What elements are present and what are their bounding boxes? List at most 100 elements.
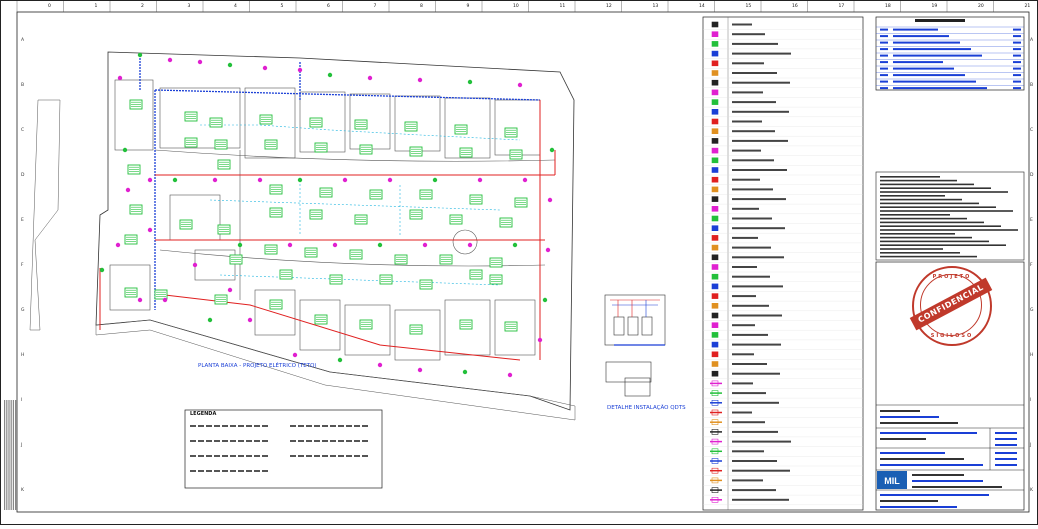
legend-text-mark [732, 450, 764, 453]
light-fixture [269, 207, 283, 218]
column-number: 15 [745, 4, 752, 9]
column-number: 6 [327, 4, 330, 9]
legend-text-mark [732, 81, 790, 84]
margin-note-mark [10, 400, 12, 510]
column-number: 19 [931, 4, 938, 9]
column-number: 20 [978, 4, 984, 9]
title-block-text-mark [912, 480, 983, 482]
legend-symbol [711, 312, 719, 319]
legend-text-mark [262, 455, 268, 457]
electrical-device [247, 317, 253, 323]
light-fixture [309, 209, 323, 220]
legend-text-mark [732, 178, 760, 181]
legend-text-mark [238, 425, 244, 427]
light-fixture [454, 124, 468, 135]
legend-text-mark [732, 469, 790, 472]
legend-symbol [711, 31, 719, 38]
title-block-field-mark [995, 432, 1017, 434]
electrical-device [342, 177, 348, 183]
legend-text-mark [362, 455, 368, 457]
electrical-device [137, 52, 143, 58]
legend-text-mark [206, 425, 212, 427]
electrical-device [99, 267, 105, 273]
revision-text-mark [893, 87, 987, 90]
light-fixture [217, 159, 231, 170]
legend-symbol [711, 89, 719, 96]
legend-text-mark [214, 470, 220, 472]
legend-text-mark [732, 333, 768, 336]
legend-text-mark [732, 149, 761, 152]
legend-text-mark [314, 440, 320, 442]
title-block-text-mark [880, 416, 939, 418]
legend-symbol [711, 60, 719, 67]
note-text-mark [880, 206, 996, 208]
legend-symbol [711, 244, 719, 251]
legend-text-mark [254, 425, 260, 427]
row-letter: C [1030, 128, 1034, 133]
legend-text-mark [732, 207, 759, 210]
revision-code-mark [880, 41, 888, 44]
light-fixture [504, 321, 518, 332]
legend-symbol [711, 206, 719, 212]
light-fixture [214, 294, 228, 305]
revision-text-mark [893, 74, 965, 77]
electrical-device [512, 242, 518, 248]
column-number: 8 [420, 4, 423, 9]
light-fixture [127, 164, 141, 175]
legend-text-mark [732, 72, 777, 74]
note-text-mark [880, 225, 1001, 227]
revision-code-mark [880, 35, 888, 38]
legend-text-mark [732, 285, 783, 288]
legend-text-mark [230, 455, 236, 457]
column-number: 21 [1024, 4, 1031, 9]
row-letter: D [21, 173, 25, 178]
light-fixture [469, 194, 483, 205]
legend-text-mark [230, 470, 236, 472]
light-fixture [349, 249, 363, 260]
legend-symbol [711, 273, 719, 280]
note-text-mark [880, 229, 1018, 231]
legend-symbol [711, 225, 719, 231]
note-text-mark [880, 198, 962, 201]
electrical-device [137, 297, 143, 303]
title-block-text-mark [912, 486, 1002, 488]
note-text-mark [880, 191, 1008, 193]
electrical-device [192, 262, 198, 268]
light-fixture [419, 279, 433, 290]
legend-symbol [711, 322, 719, 329]
note-text-mark [880, 217, 967, 220]
legend-text-mark [214, 455, 220, 457]
electrical-device [207, 317, 213, 323]
light-fixture [319, 187, 333, 198]
light-fixture [354, 214, 368, 225]
title-block-field-mark [995, 458, 1017, 460]
legend-text-mark [254, 455, 260, 457]
light-fixture [269, 184, 283, 195]
legend-text-mark [230, 440, 236, 442]
legend-text-mark [732, 382, 753, 385]
legend-text-mark [732, 489, 776, 492]
legend-text-mark [314, 455, 320, 457]
electrical-device [262, 65, 268, 71]
legend-symbol [711, 196, 719, 202]
revision-sheet-mark [1013, 41, 1021, 44]
note-text-mark [880, 221, 984, 224]
legend-text-mark [222, 470, 228, 472]
light-fixture [214, 139, 228, 150]
row-letter: J [1030, 443, 1032, 448]
revision-text-mark [893, 28, 938, 31]
legend-text-mark [354, 440, 360, 442]
legend-text-mark [732, 42, 778, 45]
light-fixture [359, 319, 373, 330]
legend-text-mark [190, 425, 196, 427]
legend-text-mark [732, 372, 780, 375]
legend-text-mark [732, 295, 756, 298]
legend-symbol [711, 215, 719, 222]
legend-text-mark [238, 440, 244, 442]
electrical-device [172, 177, 178, 183]
legend-text-mark [732, 479, 763, 482]
row-letter: A [1030, 38, 1034, 43]
legend-symbol [711, 235, 719, 241]
legend-text-mark [732, 353, 754, 356]
legend-symbol [711, 370, 719, 377]
